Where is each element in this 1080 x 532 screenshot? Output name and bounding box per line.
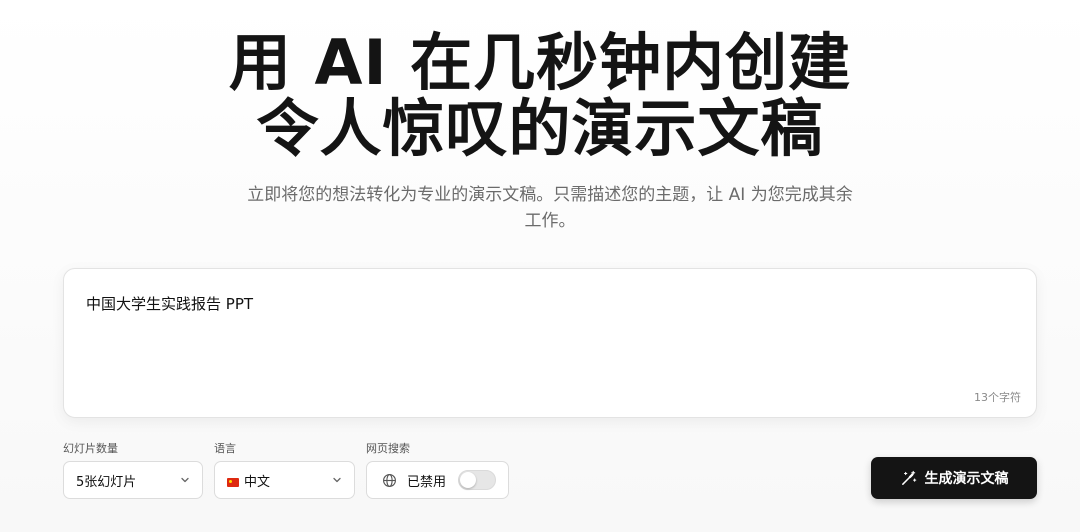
char-count: 13个字符 (974, 391, 1021, 404)
magic-wand-icon (901, 470, 916, 485)
china-flag-icon (227, 477, 239, 487)
slides-select-value: 5张幻灯片 (76, 474, 137, 490)
prompt-input[interactable]: 中国大学生实践报告 PPT (86, 293, 1016, 389)
language-label: 语言 (214, 442, 236, 455)
chevron-down-icon (181, 477, 189, 483)
web-search-control: 已禁用 (366, 461, 509, 499)
generate-presentation-button[interactable]: 生成演示文稿 (871, 457, 1037, 499)
language-select[interactable]: 中文 (214, 461, 355, 499)
web-search-label: 网页搜索 (366, 442, 410, 455)
hero-title-line1: 用 AI 在几秒钟内创建 (228, 26, 852, 99)
generate-button-label: 生成演示文稿 (924, 471, 1009, 487)
hero-subtitle: 立即将您的想法转化为专业的演示文稿。只需描述您的主题，让 AI 为您完成其余工作… (247, 185, 853, 231)
slides-select[interactable]: 5张幻灯片 (63, 461, 203, 499)
prompt-box: 中国大学生实践报告 PPT 13个字符 (63, 268, 1037, 418)
toggle-knob (460, 472, 477, 488)
chevron-down-icon (333, 477, 341, 483)
web-search-toggle[interactable] (458, 470, 497, 490)
globe-icon (383, 473, 396, 487)
language-select-value: 中文 (244, 474, 271, 490)
language-select-value-wrap: 中文 (227, 471, 332, 490)
slides-label: 幻灯片数量 (63, 442, 118, 455)
hero-title: 用 AI 在几秒钟内创建 令人惊叹的演示文稿 (0, 30, 1080, 162)
hero-title-line2: 令人惊叹的演示文稿 (256, 92, 824, 165)
web-search-state: 已禁用 (407, 474, 447, 490)
